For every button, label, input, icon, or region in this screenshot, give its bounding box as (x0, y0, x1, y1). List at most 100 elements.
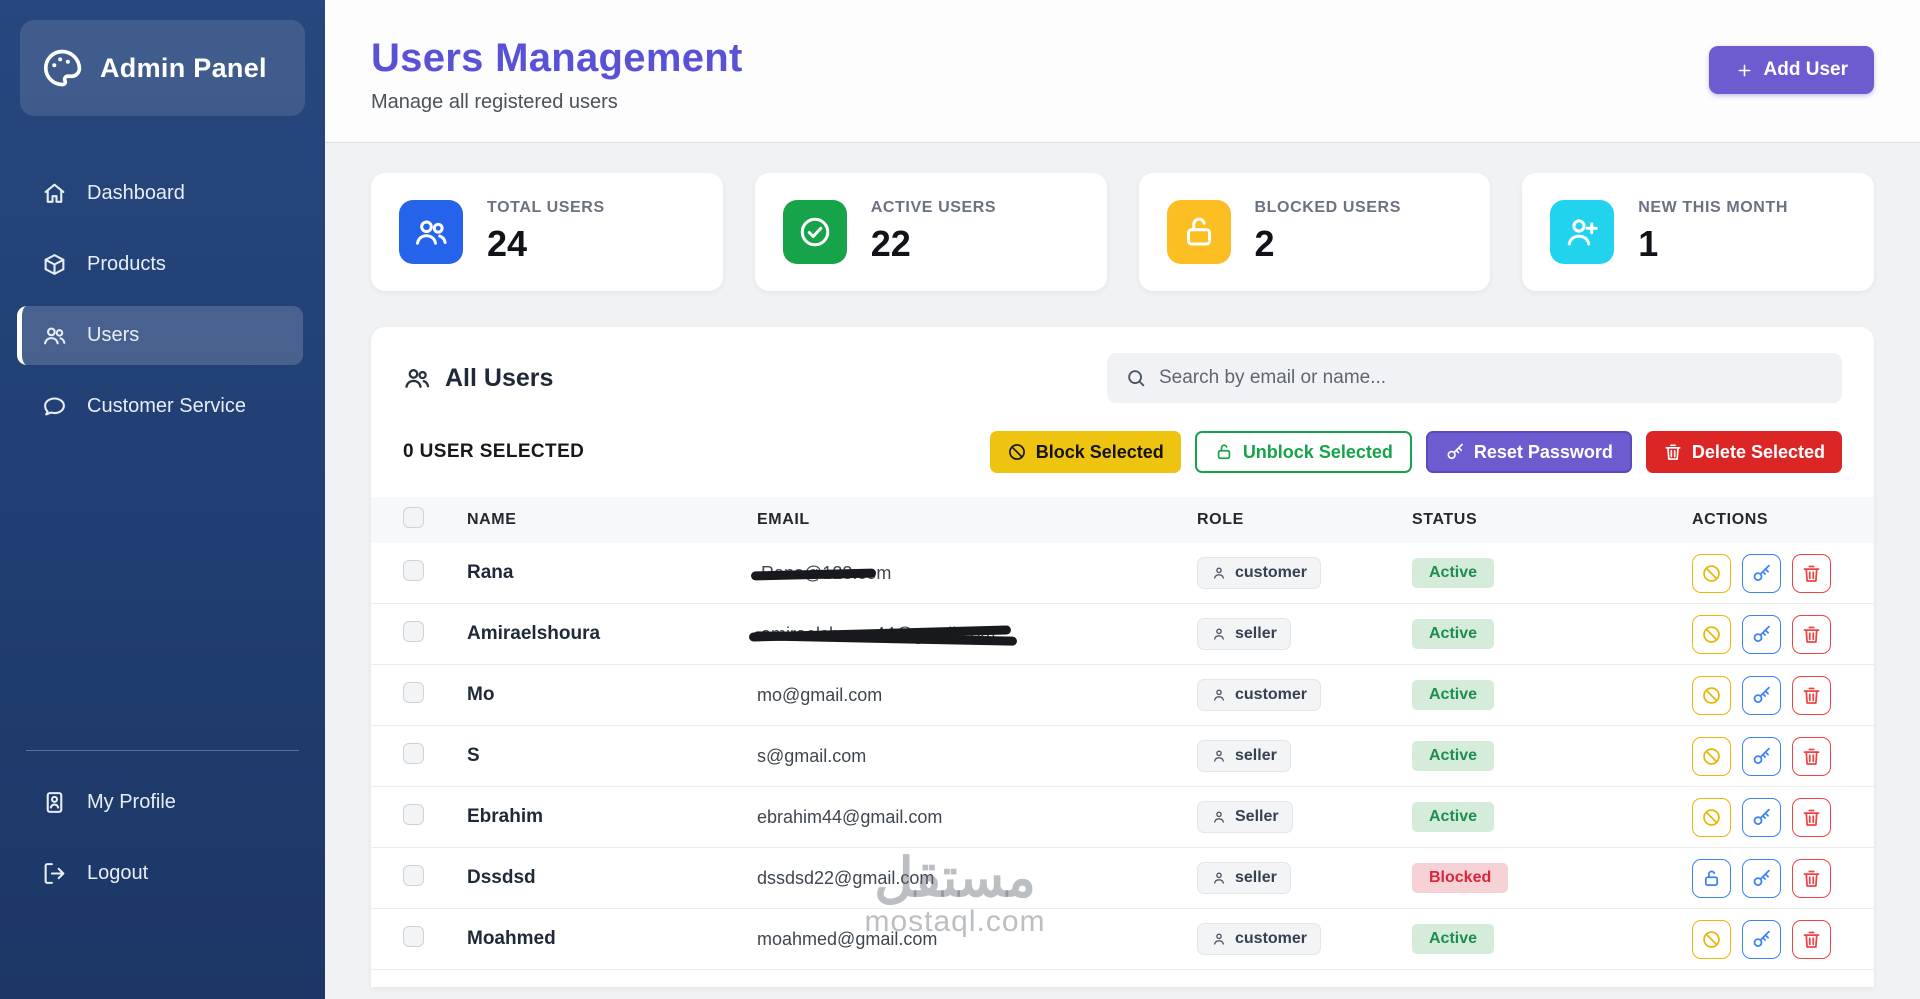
block-selected-button[interactable]: Block Selected (989, 431, 1181, 473)
role-chip: customer (1197, 923, 1322, 955)
add-user-button[interactable]: Add User (1708, 46, 1874, 94)
page-subtitle: Manage all registered users (371, 91, 618, 113)
sidebar-item-users[interactable]: Users (17, 306, 303, 365)
row-actions (1692, 553, 1842, 593)
row-trash-button[interactable] (1792, 614, 1831, 654)
status-cell: Active (1412, 558, 1692, 588)
row-block-button[interactable] (1692, 736, 1731, 776)
row-trash-button[interactable] (1792, 553, 1831, 593)
role-cell: customer (1197, 679, 1412, 711)
palette-icon (40, 46, 84, 90)
sidebar-item-products[interactable]: Products (22, 235, 303, 294)
row-block-button[interactable] (1692, 553, 1731, 593)
row-checkbox[interactable] (403, 865, 424, 886)
role-label: seller (1235, 869, 1277, 886)
row-block-button[interactable] (1692, 797, 1731, 837)
person-icon (1211, 870, 1227, 886)
unblock-selected-button[interactable]: Unblock Selected (1194, 431, 1412, 473)
row-checkbox[interactable] (403, 682, 424, 703)
row-checkbox[interactable] (403, 743, 424, 764)
user-name: Mo (467, 684, 495, 705)
row-key-button[interactable] (1742, 614, 1781, 654)
brand-label: Admin Panel (100, 52, 267, 83)
stat-label: TOTAL USERS (487, 199, 605, 216)
row-trash-button[interactable] (1792, 736, 1831, 776)
page-title: Users Management (371, 36, 743, 80)
row-checkbox-cell (403, 865, 467, 891)
row-trash-button[interactable] (1792, 919, 1831, 959)
row-key-button[interactable] (1742, 919, 1781, 959)
row-checkbox[interactable] (403, 804, 424, 825)
sidebar-item-logout[interactable]: Logout (22, 844, 303, 903)
sidebar-item-label: Customer Service (87, 395, 246, 417)
logout-icon (42, 861, 67, 886)
bulk-button-label: Delete Selected (1691, 441, 1825, 462)
row-key-button[interactable] (1742, 858, 1781, 898)
column-header-role: ROLE (1197, 511, 1244, 528)
stat-info: ACTIVE USERS 22 (871, 199, 996, 265)
sidebar-item-customer-service[interactable]: Customer Service (22, 377, 303, 436)
table-body: Rana Rana@123.com customer Active Amirae… (371, 543, 1874, 970)
person-icon (1211, 748, 1227, 764)
sidebar-item-label: Users (87, 324, 140, 346)
role-cell: customer (1197, 923, 1412, 955)
page-header-area: Users Management Manage all registered u… (325, 0, 1920, 143)
row-checkbox-cell (403, 682, 467, 708)
sidebar-item-label: Dashboard (87, 182, 185, 204)
row-key-button[interactable] (1742, 797, 1781, 837)
reset-password-button[interactable]: Reset Password (1425, 431, 1632, 473)
role-label: customer (1235, 564, 1308, 581)
row-checkbox-cell (403, 743, 467, 769)
user-name: Moahmed (467, 928, 556, 949)
row-unlock-button[interactable] (1692, 858, 1731, 898)
person-icon (1211, 626, 1227, 642)
table-row: Mo mo@gmail.com customer Active (371, 665, 1874, 726)
row-key-button[interactable] (1742, 675, 1781, 715)
unlock-icon (1214, 442, 1234, 462)
column-header-actions: ACTIONS (1692, 511, 1769, 528)
person-icon (1211, 809, 1227, 825)
search-bar[interactable] (1107, 353, 1842, 403)
sidebar-item-label: Products (87, 253, 166, 275)
role-chip: seller (1197, 618, 1291, 650)
row-block-button[interactable] (1692, 614, 1731, 654)
users-group-icon (399, 200, 463, 264)
header-checkbox-cell (403, 507, 467, 533)
table-row: Ebrahim ebrahim44@gmail.com Seller Activ… (371, 787, 1874, 848)
row-block-button[interactable] (1692, 675, 1731, 715)
user-email: Rana@123.com (750, 563, 1197, 584)
status-cell: Active (1412, 619, 1692, 649)
row-key-button[interactable] (1742, 553, 1781, 593)
sidebar-divider (26, 750, 299, 751)
table-row: Amiraelshoura amiraelshoura44@gmail.com … (371, 604, 1874, 665)
role-label: seller (1235, 747, 1277, 764)
search-input[interactable] (1157, 366, 1824, 390)
status-cell: Active (1412, 680, 1692, 710)
row-trash-button[interactable] (1792, 675, 1831, 715)
role-label: Seller (1235, 808, 1279, 825)
sidebar-item-dashboard[interactable]: Dashboard (22, 164, 303, 223)
row-checkbox[interactable] (403, 926, 424, 947)
row-key-button[interactable] (1742, 736, 1781, 776)
row-actions (1692, 858, 1842, 898)
role-cell: Seller (1197, 801, 1412, 833)
row-checkbox[interactable] (403, 621, 424, 642)
row-checkbox-cell (403, 621, 467, 647)
status-badge: Blocked (1412, 863, 1509, 893)
select-all-checkbox[interactable] (403, 507, 424, 528)
role-cell: seller (1197, 740, 1412, 772)
status-cell: Active (1412, 924, 1692, 954)
delete-selected-button[interactable]: Delete Selected (1645, 431, 1842, 473)
user-email: moahmed@gmail.com (757, 928, 938, 949)
stat-value: 22 (870, 223, 911, 264)
stats-row: TOTAL USERS 24 ACTIVE USERS 22 BLOCKED U… (325, 143, 1920, 291)
row-trash-button[interactable] (1792, 858, 1831, 898)
brand: Admin Panel (20, 20, 305, 116)
row-trash-button[interactable] (1792, 797, 1831, 837)
sidebar-item-my-profile[interactable]: My Profile (22, 773, 303, 832)
stat-label: BLOCKED USERS (1254, 199, 1401, 216)
row-checkbox[interactable] (403, 560, 424, 581)
users-panel: All Users 0 USER SELECTED Block Selected… (371, 327, 1874, 987)
user-name: Ebrahim (467, 806, 544, 827)
row-block-button[interactable] (1692, 919, 1731, 959)
